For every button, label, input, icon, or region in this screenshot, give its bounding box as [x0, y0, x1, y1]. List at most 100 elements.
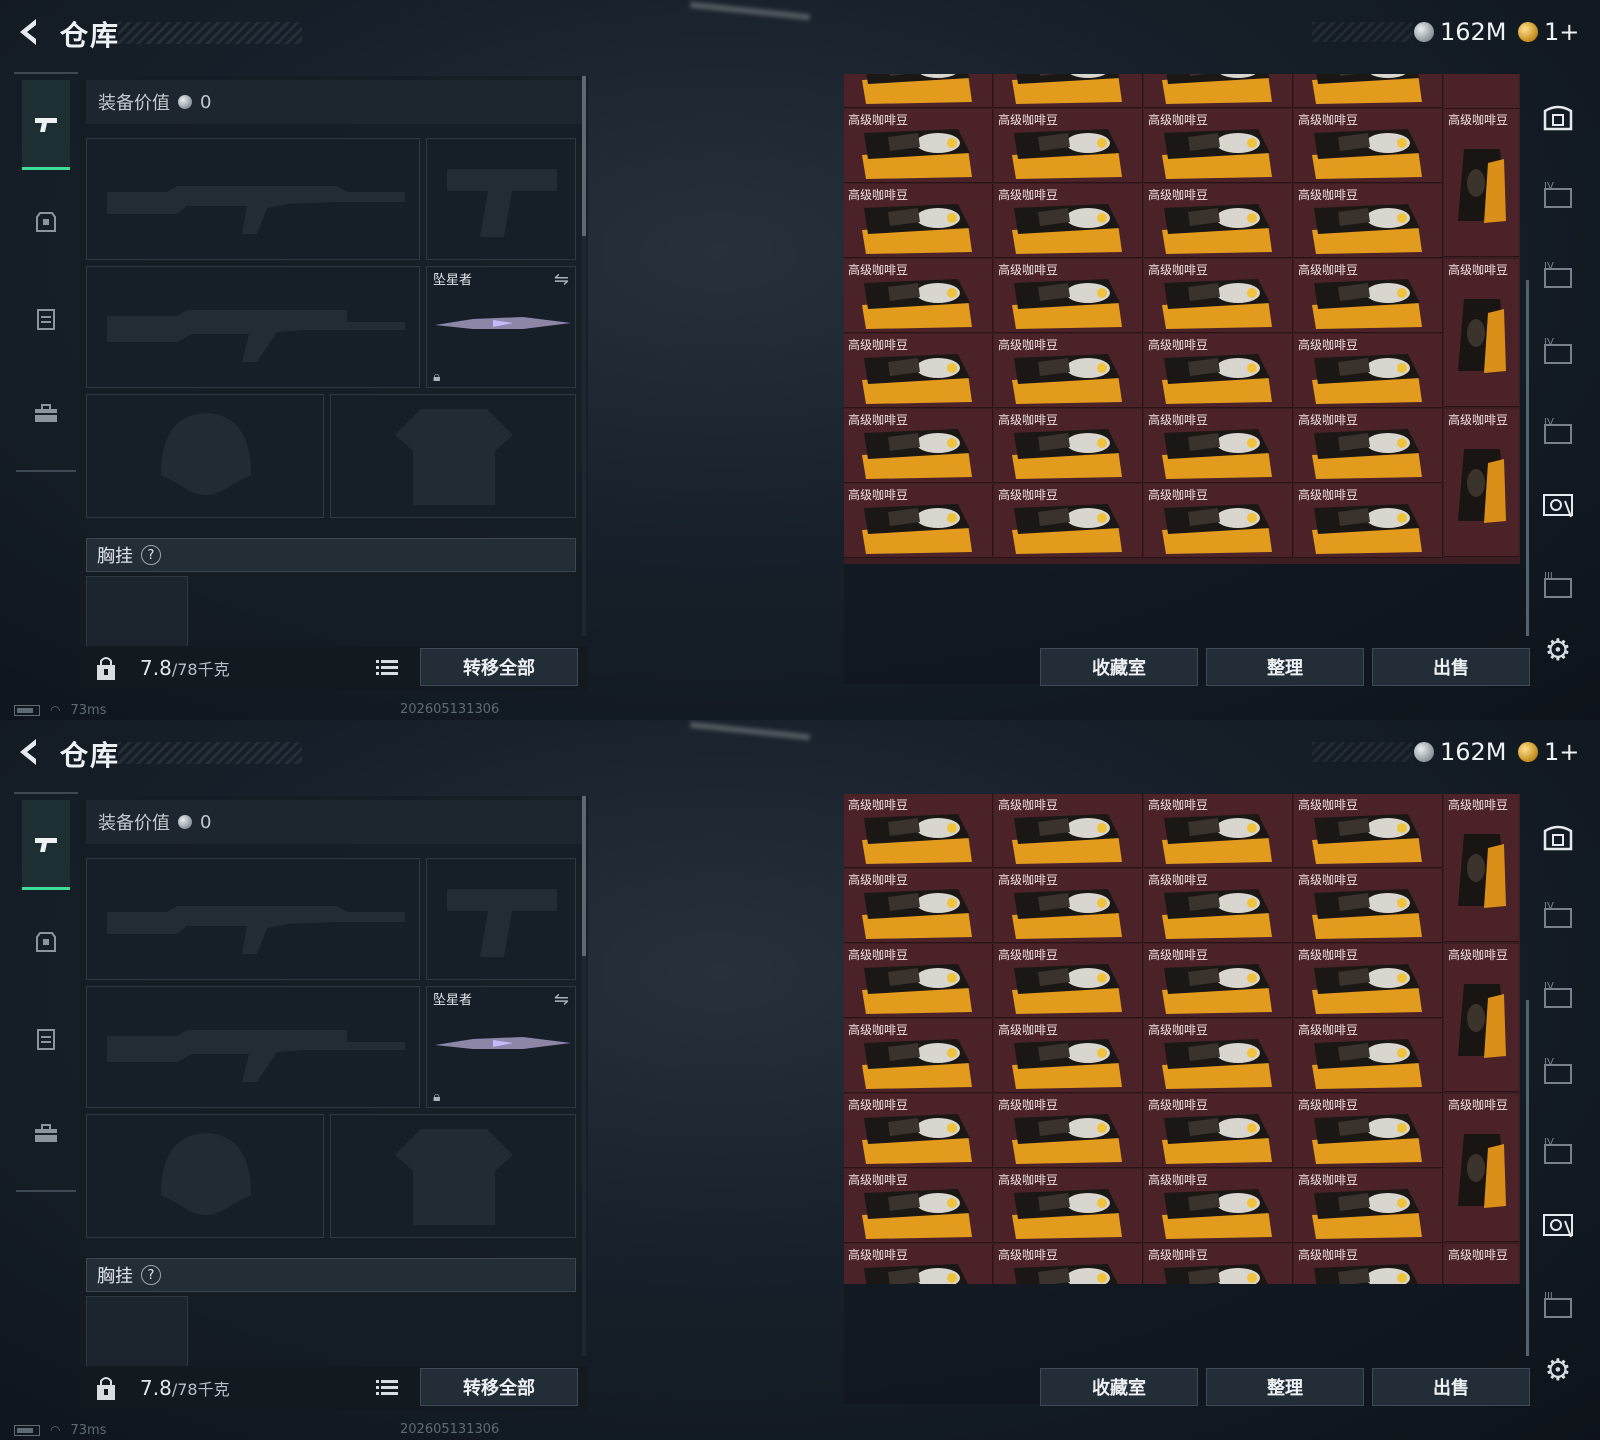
inventory-item-coffee-beans[interactable]: 高级咖啡豆	[1144, 1169, 1293, 1243]
inventory-item-coffee-beans[interactable]: 高级咖啡豆	[1144, 944, 1293, 1018]
chest-rig-slot[interactable]	[86, 576, 188, 648]
inventory-item-coffee-beans[interactable]: 高级咖啡豆	[844, 484, 993, 558]
inventory-item-coffee-beans[interactable]: 高级咖啡豆	[994, 259, 1143, 333]
inventory-item-coffee-bag[interactable]: 高级咖啡豆	[1444, 1244, 1519, 1284]
inventory-item-coffee-beans[interactable]: 高级咖啡豆	[1144, 1244, 1293, 1284]
storage-tab-5[interactable]: IV	[1540, 412, 1576, 448]
silver-currency[interactable]: 162M	[1414, 738, 1507, 766]
sell-button[interactable]: 出售	[1372, 648, 1530, 686]
collection-button[interactable]: 收藏室	[1040, 1368, 1198, 1406]
inventory-item-coffee-beans[interactable]: 高级咖啡豆	[994, 184, 1143, 258]
help-button[interactable]: ?	[141, 545, 161, 565]
inventory-item-coffee-beans[interactable]: 高级咖啡豆	[994, 334, 1143, 408]
back-button[interactable]	[14, 736, 44, 768]
storage-tab-1[interactable]	[1540, 820, 1576, 856]
inventory-item-coffee-beans[interactable]: 高级咖啡豆	[994, 1019, 1143, 1093]
melee-slot[interactable]: 坠星者 ⇋ 🔒︎	[426, 986, 576, 1108]
helmet-slot[interactable]	[86, 394, 324, 518]
storage-tab-2[interactable]: IV	[1540, 176, 1576, 212]
inventory-item-coffee-beans[interactable]: 高级咖啡豆	[1294, 869, 1443, 943]
inventory-item-coffee-beans[interactable]: 高级咖啡豆	[1294, 794, 1443, 868]
list-view-button[interactable]	[372, 654, 402, 682]
nav-vest[interactable]	[22, 994, 70, 1084]
inventory-item-coffee-beans[interactable]: 高级咖啡豆	[1294, 334, 1443, 408]
collection-button[interactable]: 收藏室	[1040, 648, 1198, 686]
storage-tab-3[interactable]: IV	[1540, 256, 1576, 292]
storage-tab-7[interactable]: III	[1540, 1286, 1576, 1322]
inventory-item-coffee-beans[interactable]: 高级咖啡豆	[844, 334, 993, 408]
inventory-item-coffee-beans[interactable]	[844, 74, 993, 108]
secondary-weapon-slot[interactable]	[86, 986, 420, 1108]
help-button[interactable]: ?	[141, 1265, 161, 1285]
scrollbar-thumb[interactable]	[582, 76, 586, 236]
inventory-item-coffee-beans[interactable]: 高级咖啡豆	[1294, 1169, 1443, 1243]
swap-icon[interactable]: ⇋	[554, 269, 569, 290]
equipment-scrollbar[interactable]	[582, 76, 586, 636]
transfer-all-button[interactable]: 转移全部	[420, 1368, 578, 1406]
storage-tab-6[interactable]	[1540, 1206, 1576, 1242]
inventory-item-coffee-beans[interactable]: 高级咖啡豆	[844, 944, 993, 1018]
inventory-item-coffee-beans[interactable]: 高级咖啡豆	[994, 869, 1143, 943]
inventory-scrollbar[interactable]	[1526, 1000, 1529, 1356]
inventory-item-coffee-bag[interactable]: 高级咖啡豆	[1444, 1094, 1519, 1242]
storage-tab-5[interactable]: IV	[1540, 1132, 1576, 1168]
inventory-item-coffee-bag[interactable]	[1444, 74, 1519, 109]
storage-tab-2[interactable]: IV	[1540, 896, 1576, 932]
inventory-item-coffee-beans[interactable]: 高级咖啡豆	[1294, 1019, 1443, 1093]
inventory-item-coffee-bag[interactable]: 高级咖啡豆	[1444, 259, 1519, 407]
inventory-item-coffee-beans[interactable]	[1294, 74, 1443, 108]
inventory-item-coffee-beans[interactable]: 高级咖啡豆	[1144, 409, 1293, 483]
scrollbar-thumb[interactable]	[582, 796, 586, 956]
inventory-item-coffee-beans[interactable]: 高级咖啡豆	[844, 794, 993, 868]
inventory-item-coffee-beans[interactable]: 高级咖啡豆	[844, 1169, 993, 1243]
inventory-item-coffee-beans[interactable]: 高级咖啡豆	[994, 484, 1143, 558]
storage-tab-4[interactable]: IV	[1540, 1052, 1576, 1088]
sort-button[interactable]: 整理	[1206, 648, 1364, 686]
inventory-item-coffee-beans[interactable]: 高级咖啡豆	[994, 944, 1143, 1018]
inventory-item-coffee-bag[interactable]: 高级咖啡豆	[1444, 794, 1519, 942]
inventory-item-coffee-beans[interactable]: 高级咖啡豆	[994, 1094, 1143, 1168]
inventory-item-coffee-beans[interactable]: 高级咖啡豆	[1294, 484, 1443, 558]
inventory-item-coffee-beans[interactable]: 高级咖啡豆	[1294, 109, 1443, 183]
storage-tab-1[interactable]	[1540, 100, 1576, 136]
swap-icon[interactable]: ⇋	[554, 989, 569, 1010]
storage-tab-7[interactable]: III	[1540, 566, 1576, 602]
silver-currency[interactable]: 162M	[1414, 18, 1507, 46]
storage-tab-4[interactable]: IV	[1540, 332, 1576, 368]
inventory-item-coffee-beans[interactable]: 高级咖啡豆	[1144, 334, 1293, 408]
inventory-item-coffee-beans[interactable]: 高级咖啡豆	[1144, 869, 1293, 943]
inventory-item-coffee-beans[interactable]: 高级咖啡豆	[994, 1244, 1143, 1284]
inventory-item-coffee-beans[interactable]: 高级咖啡豆	[1144, 1094, 1293, 1168]
storage-tab-3[interactable]: IV	[1540, 976, 1576, 1012]
inventory-item-coffee-beans[interactable]: 高级咖啡豆	[1294, 944, 1443, 1018]
inventory-item-coffee-beans[interactable]: 高级咖啡豆	[1294, 409, 1443, 483]
inventory-item-coffee-bag[interactable]: 高级咖啡豆	[1444, 109, 1519, 257]
inventory-item-coffee-beans[interactable]: 高级咖啡豆	[1144, 794, 1293, 868]
storage-tab-6[interactable]	[1540, 486, 1576, 522]
inventory-item-coffee-beans[interactable]: 高级咖啡豆	[1294, 259, 1443, 333]
settings-button[interactable]: ⚙	[1540, 632, 1576, 668]
inventory-item-coffee-beans[interactable]: 高级咖啡豆	[844, 1019, 993, 1093]
inventory-scrollbar[interactable]	[1526, 280, 1529, 636]
inventory-item-coffee-beans[interactable]: 高级咖啡豆	[1144, 109, 1293, 183]
gold-currency[interactable]: 1+	[1518, 738, 1579, 766]
inventory-item-coffee-beans[interactable]: 高级咖啡豆	[1294, 184, 1443, 258]
inventory-item-coffee-beans[interactable]: 高级咖啡豆	[844, 869, 993, 943]
inventory-item-coffee-beans[interactable]: 高级咖啡豆	[1144, 184, 1293, 258]
nav-weapons[interactable]	[22, 80, 70, 170]
inventory-item-coffee-beans[interactable]: 高级咖啡豆	[1294, 1244, 1443, 1284]
nav-backpack[interactable]	[22, 176, 70, 266]
helmet-slot[interactable]	[86, 1114, 324, 1238]
inventory-item-coffee-beans[interactable]: 高级咖啡豆	[1144, 484, 1293, 558]
settings-button[interactable]: ⚙	[1540, 1352, 1576, 1388]
safe-box-button[interactable]	[90, 650, 122, 686]
inventory-item-coffee-beans[interactable]: 高级咖啡豆	[994, 794, 1143, 868]
primary-weapon-slot[interactable]	[86, 138, 420, 260]
secondary-weapon-slot[interactable]	[86, 266, 420, 388]
back-button[interactable]	[14, 16, 44, 48]
nav-backpack[interactable]	[22, 896, 70, 986]
inventory-item-coffee-beans[interactable]	[1144, 74, 1293, 108]
inventory-item-coffee-beans[interactable]: 高级咖啡豆	[844, 259, 993, 333]
inventory-item-coffee-bag[interactable]: 高级咖啡豆	[1444, 409, 1519, 557]
list-view-button[interactable]	[372, 1374, 402, 1402]
